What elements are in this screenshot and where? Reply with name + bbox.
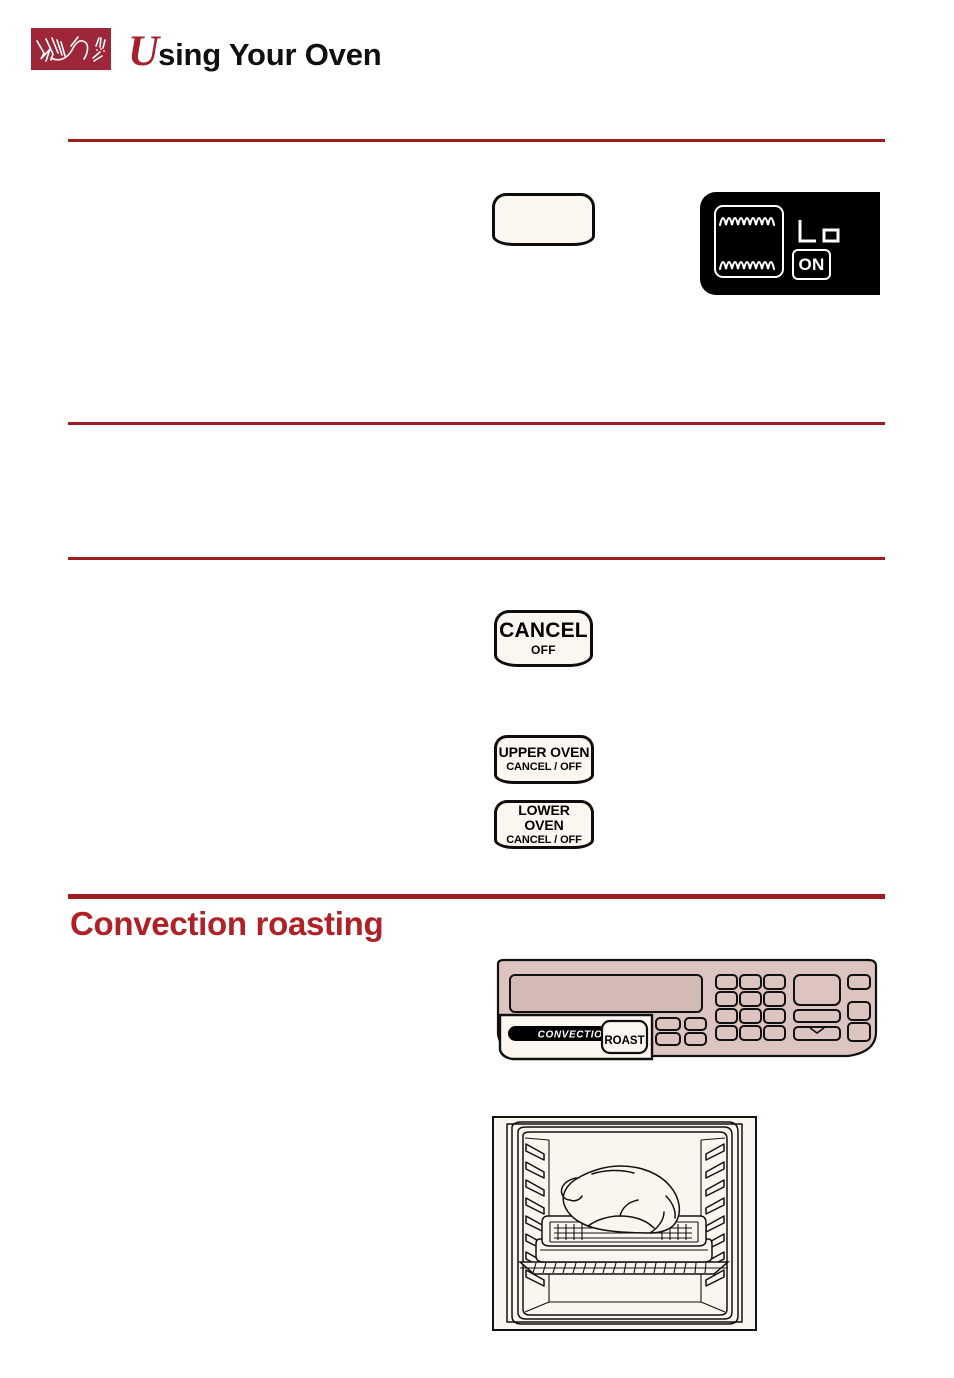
lcd-level-indicator xyxy=(796,218,842,244)
page-header: Using Your Oven xyxy=(0,0,954,110)
page-title-initial: U xyxy=(128,28,159,75)
lcd-on-indicator: ON xyxy=(792,249,831,280)
upper-oven-cancel-off-button[interactable]: UPPER OVEN CANCEL / OFF xyxy=(494,735,594,784)
oven-control-panel-illustration: .pnl { fill:#DCC5C0; stroke:#111; stroke… xyxy=(488,958,884,1062)
brand-logo-icon xyxy=(31,28,111,70)
section-divider-convection xyxy=(68,894,885,899)
oven-lcd-display: ON xyxy=(700,192,880,295)
svg-text:ROAST: ROAST xyxy=(604,1035,644,1047)
page-title: Using Your Oven xyxy=(128,30,382,77)
blank-key-button[interactable] xyxy=(492,193,595,246)
svg-text:CONVECTION: CONVECTION xyxy=(538,1030,611,1041)
lower-oven-cancel-off-button[interactable]: LOWER OVEN CANCEL / OFF xyxy=(494,800,594,849)
section-heading-convection-roasting: Convection roasting xyxy=(70,905,384,942)
cancel-button-label: CANCEL xyxy=(499,619,588,642)
cancel-button-sublabel: OFF xyxy=(531,643,556,657)
page-title-rest: sing Your Oven xyxy=(158,37,382,72)
section-divider-1 xyxy=(68,139,885,142)
lower-oven-label: LOWER OVEN xyxy=(518,801,570,833)
cancel-off-button[interactable]: CANCEL OFF xyxy=(494,610,593,667)
section-divider-2 xyxy=(68,422,885,425)
lower-oven-sublabel: CANCEL / OFF xyxy=(506,833,582,846)
upper-oven-sublabel: CANCEL / OFF xyxy=(506,761,582,773)
broil-element-icon xyxy=(714,205,784,278)
oven-cavity-with-roast-illustration: .ln { fill:none; stroke:#111; stroke-wid… xyxy=(492,1116,757,1331)
upper-oven-label: UPPER OVEN xyxy=(498,744,590,760)
section-divider-3 xyxy=(68,557,885,560)
